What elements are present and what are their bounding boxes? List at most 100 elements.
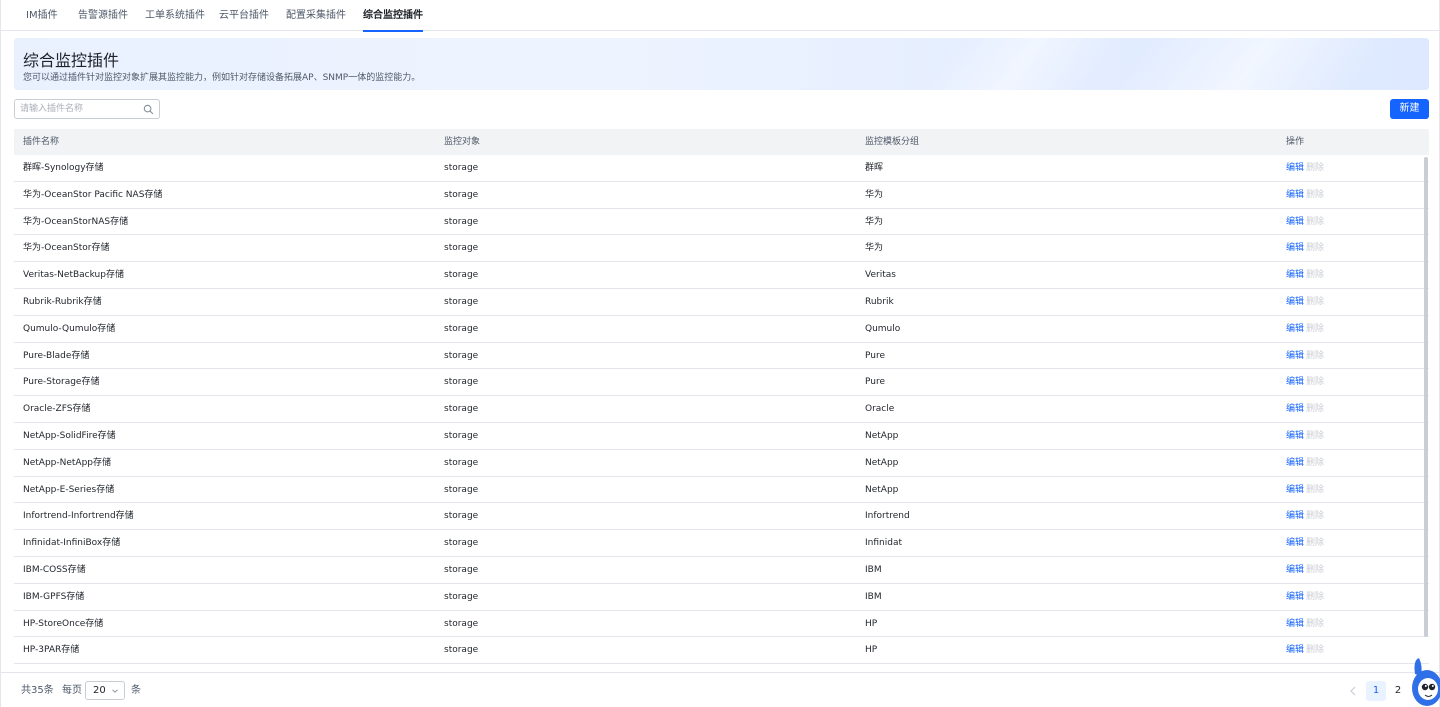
delete-link[interactable]: 删除 [1306,450,1324,476]
edit-link[interactable]: 编辑 [1286,369,1304,395]
delete-link[interactable]: 删除 [1306,155,1324,181]
delete-link[interactable]: 删除 [1306,289,1324,315]
delete-link[interactable]: 删除 [1306,557,1324,583]
edit-link[interactable]: 编辑 [1286,209,1304,235]
search-input[interactable] [20,102,138,116]
edit-link[interactable]: 编辑 [1286,584,1304,610]
column-header-ops: 操作 [1286,137,1305,147]
column-header-group: 监控模板分组 [865,137,920,147]
table-row: HP-StoreOnce存储 storage HP 编辑 删除 [14,611,1429,638]
cell-template-group: HP [865,645,878,656]
plugin-management-page: IM插件 告警源插件 工单系统插件 云平台插件 配置采集插件 综合监控插件 综合… [0,0,1440,707]
edit-link[interactable]: 编辑 [1286,155,1304,181]
table-row: Pure-Blade存储 storage Pure 编辑 删除 [14,343,1429,370]
edit-link[interactable]: 编辑 [1286,396,1304,422]
total-count: 共35条 [21,685,54,696]
cell-plugin-name: NetApp-NetApp存储 [23,457,112,468]
cell-plugin-name: 华为-OceanStor Pacific NAS存储 [23,189,163,200]
cell-plugin-name: Oracle-ZFS存储 [23,404,91,415]
cell-template-group: IBM [865,565,882,575]
table-row: Rubrik-Rubrik存储 storage Rubrik 编辑 删除 [14,289,1429,316]
cell-template-group: Pure [865,377,886,388]
delete-link[interactable]: 删除 [1306,209,1324,235]
tab-config-collect-plugin[interactable]: 配置采集插件 [286,0,346,31]
chevron-left-icon[interactable] [1346,681,1360,701]
pagination-bar: 共35条 每页 20 条 1 2 [1,672,1439,707]
delete-link[interactable]: 删除 [1306,584,1324,610]
table-scrollbar[interactable] [1423,155,1429,671]
cell-monitor-target: storage [444,457,479,468]
banner-decoration [1100,38,1398,90]
assistant-mascot-icon[interactable] [1405,652,1440,707]
cell-template-group: Pure [865,350,886,361]
edit-link[interactable]: 编辑 [1286,611,1304,637]
edit-link[interactable]: 编辑 [1286,289,1304,315]
edit-link[interactable]: 编辑 [1286,530,1304,556]
delete-link[interactable]: 删除 [1306,235,1324,261]
tab-cloud-platform-plugin[interactable]: 云平台插件 [219,0,269,31]
table-row: 华为-OceanStor Pacific NAS存储 storage 华为 编辑 删除 [14,182,1429,209]
delete-link[interactable]: 删除 [1306,503,1324,529]
cell-monitor-target: storage [444,243,479,254]
edit-link[interactable]: 编辑 [1286,343,1304,369]
table-row: Oracle-ZFS存储 storage Oracle 编辑 删除 [14,396,1429,423]
cell-plugin-name: 群晖-Synology存储 [23,163,104,173]
cell-plugin-name: HP-3PAR存储 [23,645,80,656]
cell-plugin-name: Rubrik-Rubrik存储 [23,297,102,307]
cell-plugin-name: Infortrend-Infortrend存储 [23,511,134,522]
delete-link[interactable]: 删除 [1306,316,1324,342]
edit-link[interactable]: 编辑 [1286,503,1304,529]
edit-link[interactable]: 编辑 [1286,423,1304,449]
delete-link[interactable]: 删除 [1306,262,1324,288]
delete-link[interactable]: 删除 [1306,637,1324,663]
chevron-down-icon [112,689,118,693]
cell-monitor-target: storage [444,404,479,415]
tab-im-plugin[interactable]: IM插件 [26,0,58,31]
cell-plugin-name: NetApp-SolidFire存储 [23,431,116,441]
delete-link[interactable]: 删除 [1306,343,1324,369]
edit-link[interactable]: 编辑 [1286,262,1304,288]
delete-link[interactable]: 删除 [1306,396,1324,422]
search-icon[interactable] [143,104,154,115]
tab-alert-source-plugin[interactable]: 告警源插件 [78,0,128,31]
cell-template-group: NetApp [865,457,899,468]
cell-plugin-name: 华为-OceanStorNAS存储 [23,216,129,227]
cell-plugin-name: IBM-COSS存储 [23,565,86,575]
cell-monitor-target: storage [444,350,479,361]
edit-link[interactable]: 编辑 [1286,235,1304,261]
delete-link[interactable]: 删除 [1306,423,1324,449]
table-row: Infinidat-InfiniBox存储 storage Infinidat 编辑删… [14,530,1429,557]
tab-integrated-monitor-plugin[interactable]: 综合监控插件 [363,0,423,32]
tab-ticket-system-plugin[interactable]: 工单系统插件 [145,0,205,31]
table-row: Pure-Storage存储 storage Pure 编辑 删除 [14,369,1429,397]
cell-plugin-name: IBM-GPFS存储 [23,591,85,602]
cell-monitor-target: storage [444,270,479,281]
cell-template-group: 群晖 [865,163,884,173]
delete-link[interactable]: 删除 [1306,369,1324,395]
edit-link[interactable]: 编辑 [1286,316,1304,342]
edit-link[interactable]: 编辑 [1286,637,1304,663]
scrollbar-thumb[interactable] [1424,157,1428,637]
new-plugin-button[interactable]: 新建 [1390,99,1429,119]
cell-monitor-target: storage [444,189,479,200]
cell-monitor-target: storage [444,377,479,388]
delete-link[interactable]: 删除 [1306,182,1324,208]
page-description: 您可以通过插件针对监控对象扩展其监控能力，例如针对存储设备拓展AP、SNMP一体… [23,73,421,83]
edit-link[interactable]: 编辑 [1286,477,1304,503]
per-page-label: 每页 [62,685,82,696]
delete-link[interactable]: 删除 [1306,530,1324,556]
cell-plugin-name: Qumulo-Qumulo存储 [23,323,116,334]
cell-template-group: Infortrend [865,511,910,522]
table-row: IBM-COSS存储 storage IBM 编辑 删除 [14,557,1429,584]
page-banner: 综合监控插件 您可以通过插件针对监控对象扩展其监控能力，例如针对存储设备拓展AP… [14,38,1429,90]
page-size-select[interactable]: 20 [85,681,125,700]
edit-link[interactable]: 编辑 [1286,450,1304,476]
column-header-target: 监控对象 [444,137,481,147]
page-button-1[interactable]: 1 [1366,681,1386,701]
delete-link[interactable]: 删除 [1306,611,1324,637]
edit-link[interactable]: 编辑 [1286,557,1304,583]
delete-link[interactable]: 删除 [1306,477,1324,503]
page-size-value: 20 [93,685,106,696]
edit-link[interactable]: 编辑 [1286,182,1304,208]
table-row: 群晖-Synology存储 storage 群晖 编辑 删除 [14,155,1429,182]
